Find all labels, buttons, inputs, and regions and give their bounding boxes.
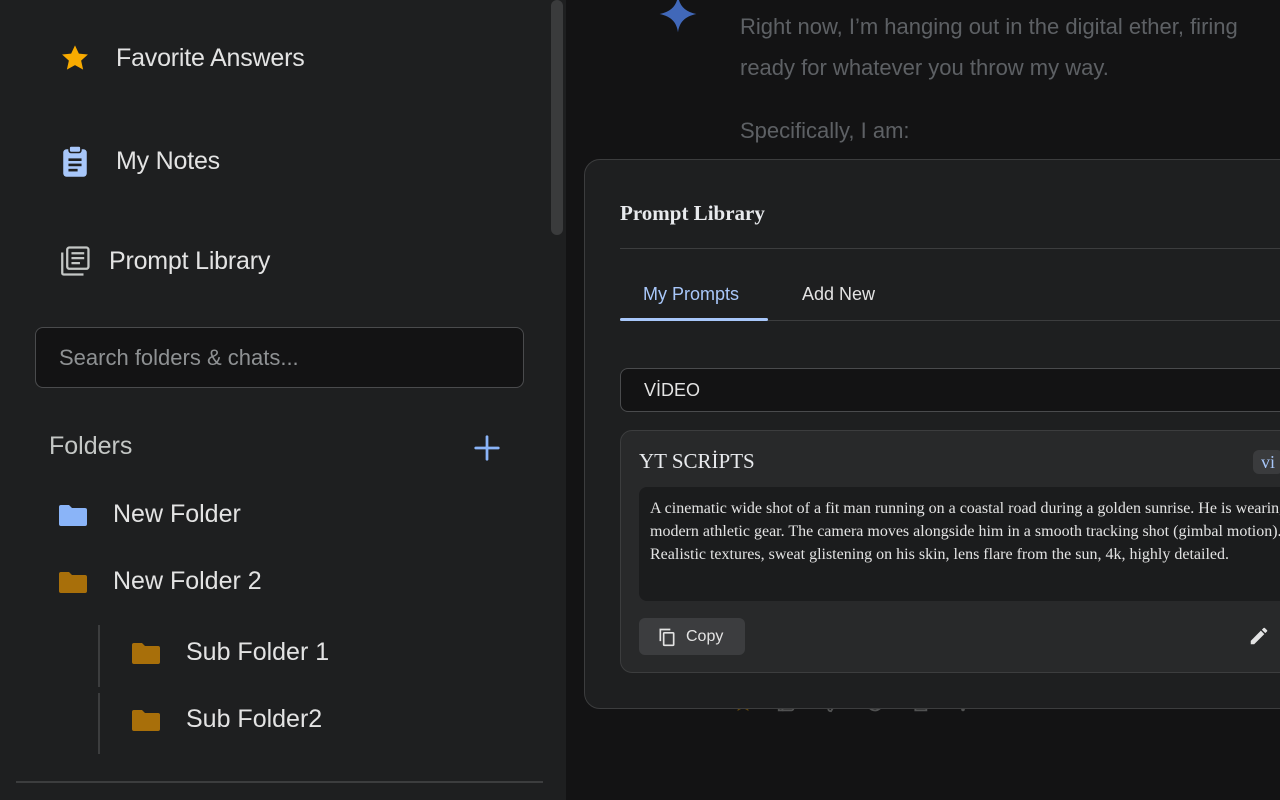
- nav-prompt-library[interactable]: Prompt Library: [58, 244, 270, 278]
- plus-icon: [472, 433, 502, 463]
- folders-heading: Folders: [49, 432, 133, 460]
- category-value: VİDEO: [644, 379, 701, 400]
- search-input[interactable]: Search folders & chats...: [35, 327, 524, 388]
- tree-line: [98, 693, 100, 754]
- prompt-title: YT SCRİPTS: [639, 449, 755, 473]
- add-folder-button[interactable]: [470, 430, 504, 466]
- sidebar-scrollbar[interactable]: [551, 0, 563, 235]
- tab-add-new[interactable]: Add New: [802, 284, 875, 305]
- star-icon: [58, 42, 92, 74]
- copy-button[interactable]: Copy: [639, 618, 745, 655]
- folder-name: New Folder 2: [113, 567, 262, 595]
- folder-item[interactable]: New Folder 2: [58, 567, 262, 596]
- copy-label: Copy: [686, 627, 724, 645]
- folder-name: Sub Folder2: [186, 705, 323, 733]
- subfolder-item[interactable]: Sub Folder2: [131, 705, 322, 734]
- subfolder-item[interactable]: Sub Folder 1: [131, 638, 329, 667]
- folder-icon: [58, 570, 88, 594]
- folder-name: Sub Folder 1: [186, 638, 330, 666]
- panel-divider: [620, 248, 1280, 249]
- edit-button[interactable]: [1248, 625, 1270, 647]
- nav-my-notes[interactable]: My Notes: [58, 144, 220, 178]
- library-icon: [58, 244, 92, 278]
- prompt-card: YT SCRİPTS vi A cinematic wide shot of a…: [620, 430, 1280, 673]
- nav-label: My Notes: [116, 146, 220, 175]
- tab-my-prompts[interactable]: My Prompts: [643, 284, 739, 305]
- gemini-sparkle-icon: [658, 0, 698, 39]
- prompt-library-panel: Prompt Library My Prompts Add New VİDEO …: [584, 159, 1280, 709]
- tree-line: [98, 625, 100, 687]
- chat-line: Specifically, I am:: [740, 118, 910, 143]
- pencil-icon: [1248, 625, 1270, 647]
- clipboard-icon: [58, 144, 92, 178]
- chat-line: Right now, I’m hanging out in the digita…: [740, 14, 1238, 39]
- sidebar: Favorite Answers My Notes Prompt Library…: [0, 0, 566, 800]
- folder-icon: [58, 503, 88, 527]
- category-select[interactable]: VİDEO: [620, 368, 1280, 412]
- sidebar-divider: [16, 781, 543, 783]
- active-tab-indicator: [620, 318, 768, 321]
- nav-label: Favorite Answers: [116, 43, 305, 72]
- nav-label: Prompt Library: [109, 246, 271, 275]
- folder-icon: [131, 708, 161, 732]
- chat-line: ready for whatever you throw my way.: [740, 55, 1109, 80]
- prompt-body: A cinematic wide shot of a fit man runni…: [639, 487, 1280, 601]
- folder-icon: [131, 641, 161, 665]
- prompt-tag: vi: [1253, 450, 1280, 474]
- search-placeholder: Search folders & chats...: [59, 344, 299, 370]
- nav-favorite-answers[interactable]: Favorite Answers: [58, 42, 305, 74]
- folder-name: New Folder: [113, 500, 241, 528]
- copy-icon: [657, 627, 677, 647]
- folder-item[interactable]: New Folder: [58, 500, 241, 529]
- panel-title: Prompt Library: [620, 201, 765, 225]
